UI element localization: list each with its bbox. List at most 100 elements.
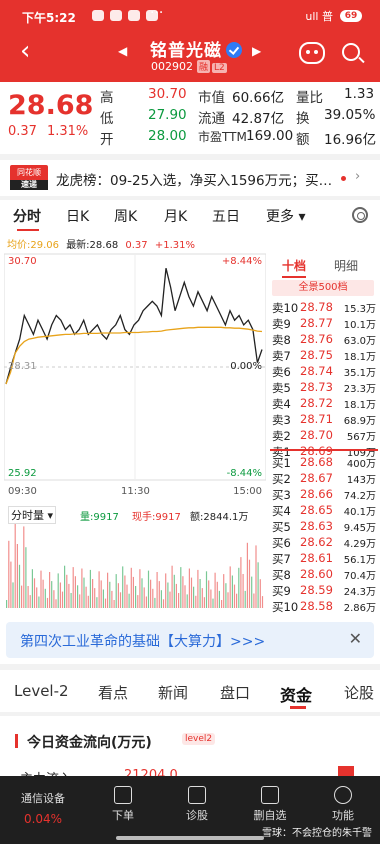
- volume-bar: [261, 596, 264, 608]
- news-text: 龙虎榜：09-25入选，净买入1596万元；买…: [56, 173, 333, 189]
- volume-bar: [10, 561, 12, 608]
- tab-ten-levels[interactable]: 十档: [282, 257, 306, 274]
- volume-bar: [115, 574, 117, 608]
- level-price: 28.62: [300, 535, 333, 549]
- full-depth-button[interactable]: 全景500档: [272, 280, 374, 296]
- ask-row[interactable]: 卖4 28.72 18.1万: [268, 396, 380, 412]
- bid-row[interactable]: 买10 28.58 2.86万: [268, 599, 380, 615]
- diagnose-icon: [188, 786, 206, 804]
- sector-indicator[interactable]: 通信设备 0.04%: [8, 790, 78, 826]
- volume-bar: [111, 590, 113, 608]
- bid-row[interactable]: 买7 28.61 56.1万: [268, 551, 380, 567]
- volume-bar: [178, 593, 180, 608]
- tab-weekly[interactable]: 周K: [114, 206, 137, 226]
- level-label: 卖4: [272, 397, 291, 411]
- volume-bar: [169, 591, 171, 608]
- level-price: 28.75: [300, 348, 333, 362]
- news-ticker[interactable]: 同花顺 速递 龙虎榜：09-25入选，净买入1596万元；买… ›: [0, 160, 380, 196]
- ask-row[interactable]: 卖7 28.75 18.1万: [268, 348, 380, 364]
- quote-panel: 28.68 0.37 1.31% 高 30.70 市值 60.66亿 量比 1.3…: [0, 82, 380, 154]
- ask-row[interactable]: 卖8 28.76 63.0万: [268, 332, 380, 348]
- volume-bar: [94, 588, 96, 608]
- quote-label: 市值: [198, 90, 225, 106]
- order-button[interactable]: 下单: [88, 786, 158, 823]
- section-accent: [15, 734, 18, 748]
- volume-bar: [119, 592, 122, 608]
- tab-level2[interactable]: Level-2: [14, 682, 69, 700]
- change-amount: 0.37: [8, 124, 37, 139]
- tab-orderbook[interactable]: 盘口: [220, 682, 250, 703]
- bid-row[interactable]: 买4 28.65 40.1万: [268, 503, 380, 519]
- volume-bar: [216, 581, 218, 608]
- level-price: 28.74: [300, 364, 333, 378]
- volume-bar: [201, 588, 203, 608]
- volume-bar: [233, 584, 236, 608]
- level-label: 卖3: [272, 413, 291, 427]
- quote-value: 39.05%: [324, 107, 376, 123]
- ask-row[interactable]: 卖9 28.77 10.1万: [268, 316, 380, 332]
- ask-row[interactable]: 卖2 28.70 567万: [268, 428, 380, 444]
- order-book: 十档 明细 全景500档 卖10 28.78 15.3万 卖9 28.77 10.1万 卖8…: [268, 248, 380, 614]
- volume-bar: [12, 582, 14, 608]
- tab-details[interactable]: 明细: [334, 257, 358, 274]
- bid-row[interactable]: 买9 28.59 24.3万: [268, 583, 380, 599]
- prev-stock-button[interactable]: ◀: [118, 44, 127, 58]
- tab-highlights[interactable]: 看点: [98, 682, 128, 703]
- bid-row[interactable]: 买6 28.62 4.29万: [268, 535, 380, 551]
- volume-bar: [223, 574, 225, 608]
- tab-monthly[interactable]: 月K: [164, 206, 187, 226]
- tab-news[interactable]: 新闻: [158, 682, 188, 703]
- divider: [0, 712, 380, 716]
- volume-amount: 量:9917: [80, 512, 119, 523]
- volume-bar: [92, 579, 94, 608]
- ask-row[interactable]: 卖10 28.78 15.3万: [268, 300, 380, 316]
- next-stock-button[interactable]: ▶: [252, 44, 261, 58]
- ask-row[interactable]: 卖5 28.73 23.3万: [268, 380, 380, 396]
- promo-banner[interactable]: 第四次工业革命的基础【大算力】>>> ✕: [6, 622, 374, 658]
- bid-row[interactable]: 买2 28.67 143万: [268, 471, 380, 487]
- signal-icon: ull 普: [305, 10, 333, 23]
- tab-five-day[interactable]: 五日: [212, 206, 240, 226]
- volume-bar: [143, 587, 145, 608]
- top-header: 下午5:22 ··· ull 普 69 ‹ ◀ 铭普光磁 ▶ 002902 融 L2: [0, 0, 380, 82]
- search-icon[interactable]: [342, 43, 360, 61]
- volume-bar: [227, 592, 229, 608]
- volume-selector[interactable]: 分时量 ▾: [8, 506, 57, 524]
- remove-watchlist-button[interactable]: 删自选: [235, 786, 305, 823]
- volume-bar: [188, 568, 190, 608]
- chevron-right-icon: ›: [355, 169, 361, 184]
- volume-bar: [130, 567, 132, 608]
- volume-bar: [240, 557, 242, 608]
- tab-daily[interactable]: 日K: [66, 206, 89, 226]
- level-price: 28.68: [300, 455, 333, 469]
- bid-row[interactable]: 买3 28.66 74.2万: [268, 487, 380, 503]
- volume-bar: [145, 596, 147, 608]
- ask-row[interactable]: 卖6 28.74 35.1万: [268, 364, 380, 380]
- tab-intraday[interactable]: 分时: [13, 206, 41, 226]
- bottom-pct-label: -8.44%: [226, 468, 262, 479]
- quote-value: 1.33: [344, 86, 375, 102]
- tab-more[interactable]: 更多 ▾: [266, 206, 305, 226]
- level-label: 卖5: [272, 381, 291, 395]
- bid-row[interactable]: 买8 28.60 70.4万: [268, 567, 380, 583]
- volume-bar: [218, 590, 220, 608]
- functions-button[interactable]: 功能: [308, 786, 378, 823]
- bid-row[interactable]: 买5 28.63 9.45万: [268, 519, 380, 535]
- tab-forum[interactable]: 论股: [344, 682, 374, 703]
- close-icon[interactable]: ✕: [349, 629, 362, 648]
- diagnose-button[interactable]: 诊股: [162, 786, 232, 823]
- intraday-chart[interactable]: 30.70 +8.44% 28.31 0.00% 25.92 -8.44% 09…: [4, 248, 266, 610]
- level-volume: 10.1万: [343, 320, 376, 331]
- volume-bar: [87, 595, 89, 608]
- robot-assistant-icon[interactable]: [299, 42, 325, 64]
- volume-bar: [214, 572, 216, 608]
- settings-icon[interactable]: [352, 207, 368, 223]
- tab-funds[interactable]: 资金: [280, 682, 312, 706]
- back-button[interactable]: ‹: [20, 38, 30, 64]
- volume-bar: [236, 593, 238, 608]
- volume-bar: [197, 569, 199, 608]
- bid-row[interactable]: 买1 28.68 400万: [268, 455, 380, 471]
- volume-bar: [132, 576, 134, 608]
- quote-label: 市盈TTM: [198, 130, 247, 144]
- ask-row[interactable]: 卖3 28.71 68.9万: [268, 412, 380, 428]
